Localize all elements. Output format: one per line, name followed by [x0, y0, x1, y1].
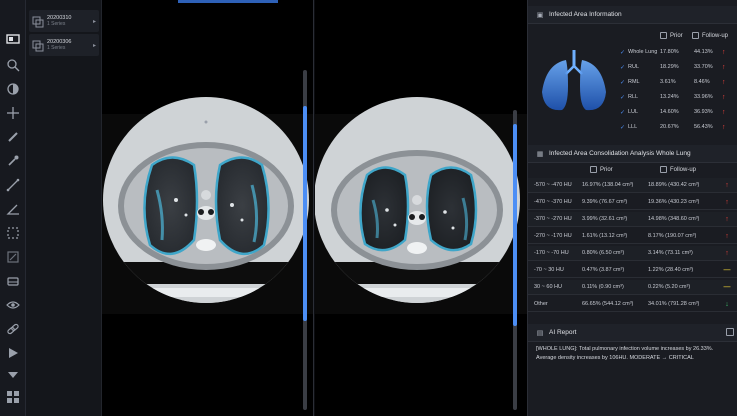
lung-3d-icon [542, 50, 606, 111]
stable-dash-icon: — [723, 283, 731, 291]
consolidation-title: Infected Area Consolidation Analysis Who… [549, 150, 691, 157]
consolidation-header: ▦ Infected Area Consolidation Analysis W… [528, 145, 737, 163]
report-icon: ▤ [536, 329, 544, 337]
check-icon: ✓ [620, 94, 626, 101]
ai-report-header: ▤ AI Report [528, 324, 737, 342]
cons-followup-column-header: Follow-up [660, 166, 696, 173]
chevron-right-icon[interactable]: ▸ [93, 18, 96, 25]
increase-arrow-icon: ↑ [722, 78, 726, 86]
prior-icon [660, 32, 667, 39]
check-icon: ✓ [620, 64, 626, 71]
pencil-icon[interactable] [4, 128, 22, 146]
left-toolbar [0, 0, 26, 416]
table-row[interactable]: -70 ~ 30 HU 0.47% (3.87 cm³) 1.22% (28.4… [528, 263, 737, 278]
prior-ct-image [102, 97, 313, 314]
grid-icon[interactable] [4, 388, 22, 406]
table-row[interactable]: Other 66.65% (544.12 cm³) 34.01% (791.28… [528, 297, 737, 312]
infected-area-header: ▣ Infected Area Information [528, 6, 737, 24]
erase-icon[interactable] [4, 272, 22, 290]
infected-area-title: Infected Area Information [549, 11, 622, 18]
zoom-icon[interactable] [4, 56, 22, 74]
followup-ct-image [315, 97, 527, 314]
cons-prior-column-header: Prior [590, 166, 613, 173]
followup-ct-viewport[interactable] [315, 0, 527, 416]
link-icon[interactable] [4, 320, 22, 338]
followup-icon [660, 166, 667, 173]
area-row-rll[interactable]: ✓ RLL 13.24% 33.96% ↑ [620, 91, 736, 103]
increase-arrow-icon: ↑ [722, 63, 726, 71]
table-icon: ▦ [536, 150, 544, 158]
table-row[interactable]: -270 ~ -170 HU 1.61% (13.12 cm³) 8.17% (… [528, 229, 737, 244]
pan-icon[interactable] [4, 104, 22, 122]
table-row[interactable]: -170 ~ -70 HU 0.80% (6.50 cm³) 3.14% (73… [528, 246, 737, 261]
increase-arrow-icon: ↑ [725, 181, 729, 189]
angle-icon[interactable] [4, 200, 22, 218]
area-row-rul[interactable]: ✓ RUL 18.29% 33.70% ↑ [620, 61, 736, 73]
increase-arrow-icon: ↑ [725, 232, 729, 240]
chevron-right-icon[interactable]: ▸ [93, 42, 96, 49]
followup-column-header: Follow-up [692, 32, 728, 39]
series-count: 1 Series [47, 45, 66, 51]
prior-slice-scroll-thumb[interactable] [303, 106, 307, 321]
copy-icon[interactable] [726, 328, 734, 336]
table-row[interactable]: -370 ~ -270 HU 3.99% (32.61 cm³) 14.98% … [528, 212, 737, 227]
area-row-whole-lung[interactable]: ✓ Whole Lung 17.80% 44.13% ↑ [620, 46, 736, 58]
series-panel: 20200310 1 Series ▸ 20200306 1 Series ▸ [26, 0, 102, 416]
prior-icon [590, 166, 597, 173]
check-icon: ✓ [620, 109, 626, 116]
check-icon: ✓ [620, 124, 626, 131]
table-row[interactable]: -470 ~ -370 HU 9.39% (76.67 cm³) 19.36% … [528, 195, 737, 210]
increase-arrow-icon: ↑ [725, 215, 729, 223]
area-row-lll[interactable]: ✓ LLL 20.67% 56.43% ↑ [620, 121, 736, 133]
increase-arrow-icon: ↑ [722, 93, 726, 101]
decrease-arrow-icon: ↓ [725, 300, 729, 308]
eye-icon[interactable] [4, 296, 22, 314]
followup-slice-scroll-thumb[interactable] [513, 124, 517, 326]
series-stack-icon [32, 39, 44, 52]
increase-arrow-icon: ↑ [722, 123, 726, 131]
check-icon: ✓ [620, 49, 626, 56]
analysis-panel: ▣ Infected Area Information Prior Follow… [527, 0, 737, 416]
table-row[interactable]: -570 ~ -470 HU 16.97% (138.04 cm³) 18.89… [528, 178, 737, 193]
increase-arrow-icon: ↑ [722, 108, 726, 116]
contrast-icon[interactable] [4, 80, 22, 98]
prior-ct-viewport[interactable] [102, 0, 314, 416]
area-row-lul[interactable]: ✓ LUL 14.60% 36.93% ↑ [620, 106, 736, 118]
increase-arrow-icon: ↑ [725, 249, 729, 257]
followup-icon [692, 32, 699, 39]
info-icon: ▣ [536, 11, 544, 19]
chevron-down-icon[interactable] [4, 366, 22, 384]
check-icon: ✓ [620, 79, 626, 86]
ai-report-text: [WHOLE LUNG]: Total pulmonary infection … [536, 346, 714, 361]
prior-column-header: Prior [660, 32, 683, 39]
series-count: 1 Series [47, 21, 66, 27]
increase-arrow-icon: ↑ [722, 48, 726, 56]
edit-icon[interactable] [4, 248, 22, 266]
series-item[interactable]: 20200306 1 Series ▸ [29, 34, 99, 56]
stable-dash-icon: — [723, 266, 731, 274]
increase-arrow-icon: ↑ [725, 198, 729, 206]
series-stack-icon [32, 15, 44, 28]
line-measure-icon[interactable] [4, 176, 22, 194]
area-row-rml[interactable]: ✓ RML 3.61% 8.46% ↑ [620, 76, 736, 88]
play-icon[interactable] [4, 344, 22, 362]
roi-select-icon[interactable] [4, 224, 22, 242]
table-row[interactable]: 30 ~ 60 HU 0.11% (0.90 cm³) 0.22% (5.20 … [528, 280, 737, 295]
dropper-icon[interactable] [4, 152, 22, 170]
layout-icon[interactable] [4, 30, 22, 48]
ai-report-title: AI Report [549, 329, 577, 336]
consolidation-table: -570 ~ -470 HU 16.97% (138.04 cm³) 18.89… [528, 178, 737, 314]
series-item[interactable]: 20200310 1 Series ▸ [29, 10, 99, 32]
